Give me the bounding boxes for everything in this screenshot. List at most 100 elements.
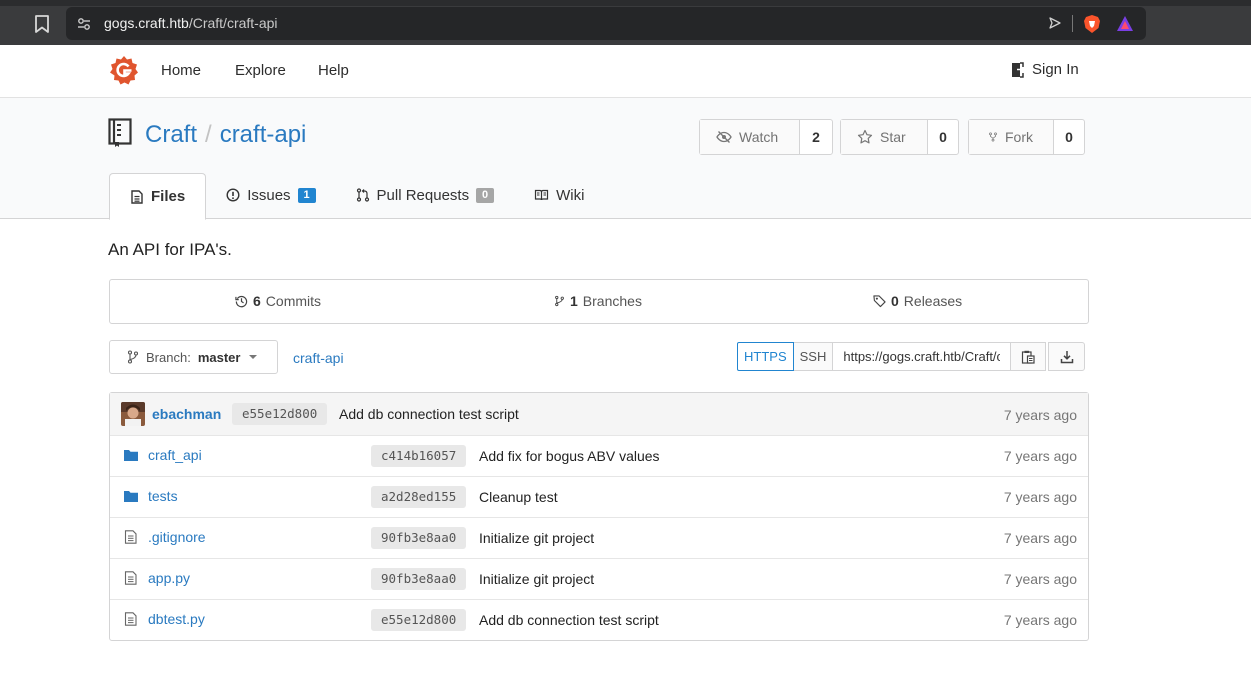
clipboard-icon	[1022, 350, 1035, 364]
clone-panel: HTTPS SSH	[737, 342, 1086, 371]
issue-opened-icon	[226, 188, 240, 202]
tab-issues-label: Issues	[247, 186, 291, 204]
breadcrumb-repo-root[interactable]: craft-api	[293, 350, 344, 366]
share-icon[interactable]	[1048, 16, 1062, 30]
nav-explore[interactable]: Explore	[235, 62, 286, 79]
latest-commit-sha[interactable]: e55e12d800	[232, 403, 328, 425]
bookmark-icon[interactable]	[33, 14, 51, 34]
site-settings-icon[interactable]	[76, 16, 92, 32]
latest-commit-row: ebachman e55e12d800 Add db connection te…	[110, 393, 1088, 435]
fork-icon	[989, 132, 997, 142]
folder-icon	[124, 491, 138, 502]
history-icon	[235, 295, 248, 308]
folder-icon	[124, 450, 138, 461]
watch-button-group: Watch 2	[699, 119, 833, 155]
file-name-link[interactable]: .gitignore	[148, 529, 206, 545]
nav-home[interactable]: Home	[161, 62, 201, 79]
file-commit-sha[interactable]: e55e12d800	[371, 609, 467, 631]
star-button[interactable]: Star	[841, 120, 928, 154]
file-commit-message[interactable]: Add db connection test script	[479, 612, 659, 628]
star-icon	[857, 129, 873, 144]
site-header: Home Explore Help Sign In	[0, 45, 1251, 98]
url-text[interactable]: gogs.craft.htb/Craft/craft-api	[104, 15, 278, 31]
tab-files-label: Files	[151, 188, 186, 205]
branch-icon	[555, 295, 564, 307]
repo-name-link[interactable]: craft-api	[220, 121, 307, 148]
issues-count-badge: 1	[297, 187, 316, 203]
commits-label: Commits	[265, 293, 322, 309]
star-button-group: Star 0	[840, 119, 959, 155]
branch-name: master	[197, 349, 241, 365]
file-name-link[interactable]: craft_api	[148, 447, 202, 463]
repo-header: Craft / craft-api Watch 2 Star 0 Fork 0 …	[0, 98, 1251, 220]
url-host: gogs.craft.htb	[104, 15, 189, 31]
file-commit-age: 7 years ago	[1003, 448, 1077, 464]
branches-stat-link[interactable]: 1 Branches	[554, 293, 642, 309]
tab-issues[interactable]: Issues 1	[206, 173, 335, 217]
file-table: ebachman e55e12d800 Add db connection te…	[109, 392, 1089, 641]
fork-count[interactable]: 0	[1054, 120, 1084, 154]
tab-wiki[interactable]: Wiki	[514, 173, 604, 217]
repo-icon	[108, 118, 132, 147]
file-commit-sha[interactable]: a2d28ed155	[371, 486, 467, 508]
clone-url-input[interactable]	[833, 342, 1012, 371]
branch-dropdown[interactable]: Branch: master	[109, 340, 278, 374]
file-commit-sha[interactable]: 90fb3e8aa0	[371, 527, 467, 549]
star-count[interactable]: 0	[928, 120, 958, 154]
file-commit-sha[interactable]: 90fb3e8aa0	[371, 568, 467, 590]
repo-title-separator: /	[205, 121, 212, 148]
releases-label: Releases	[903, 293, 963, 309]
tab-wiki-label: Wiki	[556, 186, 585, 204]
commit-author-link[interactable]: ebachman	[152, 406, 221, 422]
eye-slash-icon	[716, 131, 732, 143]
brave-shields-icon[interactable]	[1083, 14, 1101, 34]
file-commit-message[interactable]: Cleanup test	[479, 489, 558, 505]
https-clone-button[interactable]: HTTPS	[737, 342, 794, 371]
commits-count: 6	[253, 293, 261, 309]
commits-stat-link[interactable]: 6 Commits	[235, 293, 321, 309]
latest-commit-message: Add db connection test script	[339, 406, 519, 422]
browser-toolbar: gogs.craft.htb/Craft/craft-api	[0, 0, 1251, 45]
file-commit-message[interactable]: Initialize git project	[479, 571, 594, 587]
file-commit-message[interactable]: Add fix for bogus ABV values	[479, 448, 660, 464]
nav-help[interactable]: Help	[318, 62, 349, 79]
ssh-clone-button[interactable]: SSH	[793, 342, 834, 371]
file-text-icon	[124, 530, 137, 544]
avatar[interactable]	[121, 402, 145, 426]
repo-owner-link[interactable]: Craft	[145, 121, 197, 148]
sign-in-link[interactable]: Sign In	[1011, 61, 1079, 78]
file-commit-age: 7 years ago	[1003, 530, 1077, 546]
file-name-link[interactable]: dbtest.py	[148, 611, 205, 627]
file-commit-age: 7 years ago	[1003, 612, 1077, 628]
brave-rewards-icon[interactable]	[1116, 15, 1134, 33]
toolbar-divider	[1072, 15, 1073, 32]
file-commit-sha[interactable]: c414b16057	[371, 445, 467, 467]
branches-label: Branches	[582, 293, 642, 309]
gogs-logo-icon[interactable]	[109, 55, 139, 85]
book-icon	[535, 189, 549, 201]
file-name-link[interactable]: tests	[148, 488, 178, 504]
table-row: dbtest.py e55e12d800 Add db connection t…	[110, 599, 1088, 640]
file-commit-message[interactable]: Initialize git project	[479, 530, 594, 546]
download-icon	[1060, 350, 1074, 363]
pull-requests-count-badge: 0	[476, 187, 495, 203]
repo-title: Craft / craft-api	[145, 121, 306, 149]
tab-files[interactable]: Files	[109, 173, 207, 220]
star-label: Star	[880, 129, 906, 145]
copy-clone-url-button[interactable]	[1011, 342, 1047, 371]
releases-stat-link[interactable]: 0 Releases	[873, 293, 962, 309]
download-archive-button[interactable]	[1048, 342, 1086, 371]
table-row: tests a2d28ed155 Cleanup test 7 years ag…	[110, 476, 1088, 517]
branch-icon	[127, 350, 139, 364]
watch-label: Watch	[739, 129, 779, 145]
tab-pull-requests[interactable]: Pull Requests 0	[336, 173, 515, 217]
latest-commit-age: 7 years ago	[1003, 407, 1077, 423]
releases-count: 0	[891, 293, 899, 309]
tag-icon	[873, 295, 886, 308]
avatar-image	[121, 402, 145, 426]
watch-count[interactable]: 2	[800, 120, 832, 154]
watch-button[interactable]: Watch	[700, 120, 800, 154]
file-name-link[interactable]: app.py	[148, 570, 190, 586]
address-bar[interactable]: gogs.craft.htb/Craft/craft-api	[66, 7, 1146, 40]
fork-button[interactable]: Fork	[969, 120, 1054, 154]
